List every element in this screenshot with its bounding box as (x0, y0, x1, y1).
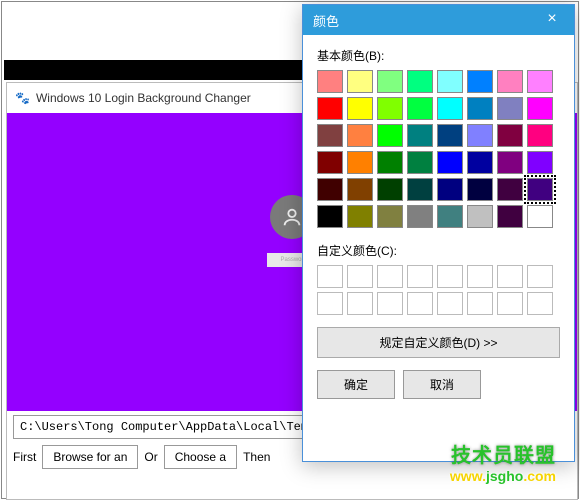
color-swatch[interactable] (527, 124, 553, 147)
dialog-button-row: 确定 取消 (317, 370, 560, 399)
ok-button[interactable]: 确定 (317, 370, 395, 399)
color-swatch[interactable] (437, 178, 463, 201)
color-swatch[interactable] (317, 151, 343, 174)
basic-colors-label: 基本颜色(B): (317, 47, 560, 64)
color-swatch[interactable] (347, 124, 373, 147)
custom-swatch[interactable] (437, 265, 463, 288)
custom-swatch[interactable] (527, 265, 553, 288)
color-swatch[interactable] (467, 151, 493, 174)
browse-button[interactable]: Browse for an (42, 445, 138, 469)
choose-button[interactable]: Choose a (164, 445, 237, 469)
color-swatch[interactable] (407, 178, 433, 201)
app-icon: 🐾 (15, 91, 30, 105)
color-swatch[interactable] (497, 205, 523, 228)
color-dialog: 颜色 × 基本颜色(B): 自定义颜色(C): 规定自定义颜色(D) >> 确定… (302, 4, 575, 462)
color-swatch[interactable] (377, 205, 403, 228)
label-or: Or (144, 450, 157, 464)
dialog-close-button[interactable]: × (530, 5, 574, 35)
dialog-title-bar: 颜色 × (303, 5, 574, 35)
cancel-button[interactable]: 取消 (403, 370, 481, 399)
color-swatch[interactable] (407, 70, 433, 93)
color-swatch[interactable] (347, 178, 373, 201)
color-swatch[interactable] (317, 70, 343, 93)
color-swatch[interactable] (317, 178, 343, 201)
color-swatch[interactable] (467, 205, 493, 228)
color-swatch[interactable] (317, 124, 343, 147)
color-swatch[interactable] (437, 97, 463, 120)
color-swatch[interactable] (527, 70, 553, 93)
color-swatch[interactable] (377, 97, 403, 120)
color-swatch[interactable] (497, 151, 523, 174)
custom-swatch[interactable] (467, 292, 493, 315)
color-swatch[interactable] (497, 178, 523, 201)
custom-swatch[interactable] (407, 292, 433, 315)
basic-color-grid (317, 70, 560, 228)
define-custom-button[interactable]: 规定自定义颜色(D) >> (317, 327, 560, 358)
custom-swatch[interactable] (317, 265, 343, 288)
watermark-url: www.jsgho.com (450, 468, 556, 484)
color-swatch[interactable] (377, 124, 403, 147)
color-swatch[interactable] (347, 151, 373, 174)
label-then: Then (243, 450, 270, 464)
color-swatch[interactable] (467, 124, 493, 147)
color-swatch[interactable] (527, 178, 553, 201)
custom-colors-label: 自定义颜色(C): (317, 242, 560, 259)
custom-swatch[interactable] (377, 292, 403, 315)
custom-color-row-1 (317, 265, 560, 288)
color-swatch[interactable] (497, 97, 523, 120)
color-swatch[interactable] (437, 70, 463, 93)
color-swatch[interactable] (527, 151, 553, 174)
custom-swatch[interactable] (497, 265, 523, 288)
color-swatch[interactable] (467, 97, 493, 120)
color-swatch[interactable] (407, 124, 433, 147)
color-swatch[interactable] (527, 205, 553, 228)
dialog-title: 颜色 (313, 11, 339, 30)
color-swatch[interactable] (407, 97, 433, 120)
color-swatch[interactable] (437, 151, 463, 174)
dialog-body: 基本颜色(B): 自定义颜色(C): 规定自定义颜色(D) >> 确定 取消 (303, 35, 574, 413)
custom-swatch[interactable] (377, 265, 403, 288)
color-swatch[interactable] (377, 178, 403, 201)
color-swatch[interactable] (407, 205, 433, 228)
color-swatch[interactable] (317, 205, 343, 228)
color-swatch[interactable] (377, 151, 403, 174)
color-swatch[interactable] (377, 70, 403, 93)
color-swatch[interactable] (347, 205, 373, 228)
color-swatch[interactable] (407, 151, 433, 174)
color-swatch[interactable] (317, 97, 343, 120)
color-swatch[interactable] (527, 97, 553, 120)
label-first: First (13, 450, 36, 464)
color-swatch[interactable] (437, 124, 463, 147)
color-swatch[interactable] (467, 178, 493, 201)
custom-color-row-2 (317, 292, 560, 315)
screen: 🐾 Windows 10 Login Background Changer × … (1, 1, 579, 499)
taskbar-sliver (4, 60, 304, 80)
custom-swatch[interactable] (407, 265, 433, 288)
custom-swatch[interactable] (497, 292, 523, 315)
custom-swatch[interactable] (347, 265, 373, 288)
watermark-text: 技术员联盟 (451, 439, 556, 468)
custom-swatch[interactable] (437, 292, 463, 315)
custom-swatch[interactable] (527, 292, 553, 315)
window-title: Windows 10 Login Background Changer (36, 91, 251, 105)
color-swatch[interactable] (497, 124, 523, 147)
color-swatch[interactable] (347, 97, 373, 120)
custom-swatch[interactable] (467, 265, 493, 288)
color-swatch[interactable] (347, 70, 373, 93)
color-swatch[interactable] (467, 70, 493, 93)
color-swatch[interactable] (497, 70, 523, 93)
color-swatch[interactable] (437, 205, 463, 228)
custom-swatch[interactable] (317, 292, 343, 315)
custom-swatch[interactable] (347, 292, 373, 315)
